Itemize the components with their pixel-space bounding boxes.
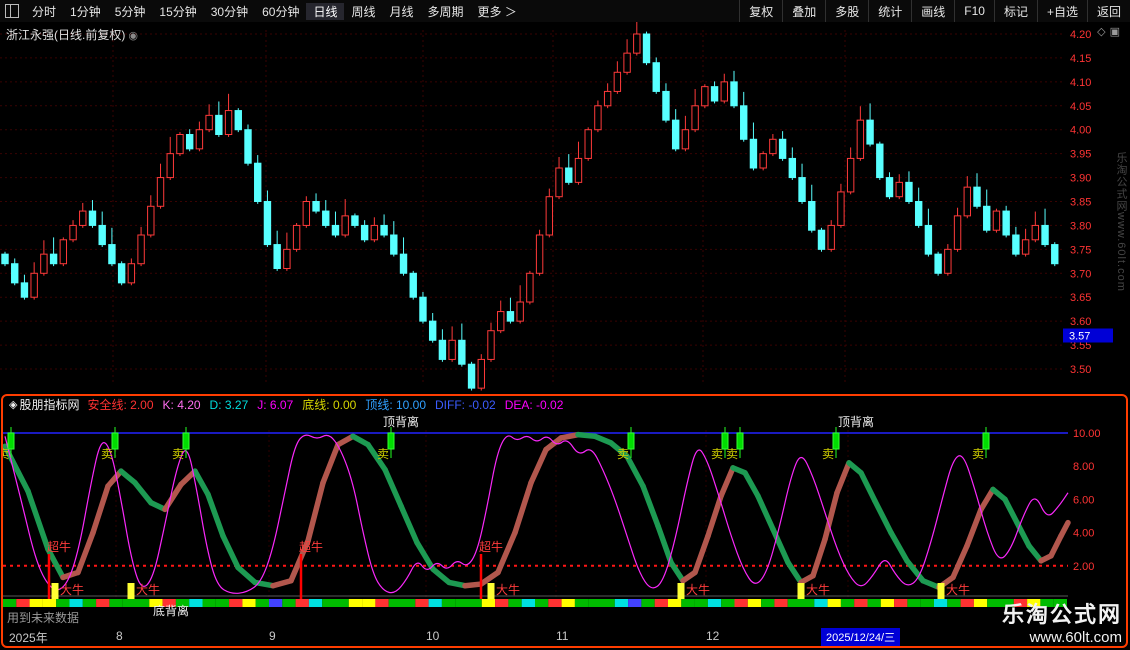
tool-button-多股[interactable]: 多股 (825, 0, 868, 22)
svg-text:4.15: 4.15 (1070, 53, 1091, 65)
svg-text:4.10: 4.10 (1070, 77, 1091, 89)
tool-button-返回[interactable]: 返回 (1087, 0, 1130, 22)
param-D: D: 3.27 (210, 398, 249, 413)
watermark-url: www.60lt.com (1002, 629, 1122, 646)
svg-text:卖: 卖 (101, 447, 113, 461)
svg-text:卖: 卖 (711, 447, 723, 461)
future-data-note: 用到未来数据 (7, 609, 79, 626)
bottom-divergence-label: 底背离 (153, 602, 189, 619)
chart-corner-icons[interactable]: ◇▣ (1097, 25, 1124, 38)
indicator-header: ◈ 股朋指标网 安全线: 2.00 K: 4.20 D: 3.27 J: 6.07 底线… (3, 397, 572, 413)
svg-text:3.65: 3.65 (1070, 292, 1091, 304)
indicator-logo-icon: ◈ (9, 398, 17, 413)
svg-text:大牛: 大牛 (496, 582, 520, 597)
period-tab-15分钟[interactable]: 15分钟 (152, 3, 203, 20)
title-dropdown-icon[interactable]: ◉ (128, 30, 138, 42)
svg-text:4.00: 4.00 (1073, 528, 1094, 540)
svg-text:卖: 卖 (377, 447, 389, 461)
svg-text:大牛: 大牛 (806, 582, 830, 597)
svg-text:3.60: 3.60 (1070, 316, 1091, 328)
indicator-name: 股朋指标网 (19, 398, 79, 413)
svg-text:6.00: 6.00 (1073, 494, 1094, 506)
tool-button-F10[interactable]: F10 (954, 0, 994, 22)
watermark-name: 乐淘公式网 (1002, 597, 1122, 629)
svg-text:8.00: 8.00 (1073, 461, 1094, 473)
param-DIFF: DIFF: -0.02 (435, 398, 496, 413)
svg-text:4.00: 4.00 (1070, 125, 1091, 137)
svg-text:3.95: 3.95 (1070, 149, 1091, 161)
svg-text:大牛: 大牛 (946, 582, 970, 597)
param-K: K: 4.20 (163, 398, 201, 413)
svg-text:3.85: 3.85 (1070, 197, 1091, 209)
svg-text:大牛: 大牛 (60, 582, 84, 597)
period-tab-5分钟[interactable]: 5分钟 (108, 3, 153, 20)
period-tab-更多 ＞[interactable]: 更多 ＞ (471, 3, 524, 20)
param-底线: 底线: 0.00 (302, 398, 356, 413)
month-tick-12: 12 (706, 629, 719, 643)
highlighted-date[interactable]: 2025/12/24/三 (821, 628, 900, 646)
period-tab-60分钟[interactable]: 60分钟 (255, 3, 306, 20)
stock-title-label: 浙江永强(日线.前复权) (6, 28, 125, 42)
indicator-panel[interactable]: ◈ 股朋指标网 安全线: 2.00 K: 4.20 D: 3.27 J: 6.07 底线… (1, 394, 1128, 648)
svg-text:4.20: 4.20 (1070, 29, 1091, 41)
svg-text:超牛: 超牛 (299, 539, 323, 554)
svg-text:3.50: 3.50 (1070, 364, 1091, 376)
month-tick-9: 9 (269, 629, 276, 643)
period-tab-分时[interactable]: 分时 (25, 3, 63, 20)
svg-text:4.05: 4.05 (1070, 101, 1091, 113)
period-tab-多周期[interactable]: 多周期 (421, 3, 471, 20)
window-layout-icon[interactable] (5, 4, 19, 18)
indicator-notes-row: 用到未来数据 底背离 (3, 608, 1126, 628)
svg-text:超牛: 超牛 (479, 539, 503, 554)
toolbar-tools: 复权叠加多股统计画线F10标记+自选返回 (739, 0, 1130, 22)
svg-text:超牛: 超牛 (47, 539, 71, 554)
svg-text:卖: 卖 (3, 447, 9, 461)
indicator-svg[interactable]: 10.008.006.004.002.00卖卖卖卖卖卖卖卖卖超牛超牛超牛大牛大牛… (3, 412, 1129, 608)
svg-text:顶背离: 顶背离 (383, 414, 419, 429)
svg-text:大牛: 大牛 (136, 582, 160, 597)
svg-text:卖: 卖 (822, 447, 834, 461)
tool-button-统计[interactable]: 统计 (868, 0, 911, 22)
svg-text:卖: 卖 (972, 447, 984, 461)
period-tab-1分钟[interactable]: 1分钟 (63, 3, 108, 20)
candlestick-svg[interactable]: 4.20 4.15 4.10 4.05 4.00 3.95 3.90 3.85 3.80 3.75… (0, 22, 1130, 394)
side-watermark: 乐淘公式网www.60lt.com (1113, 152, 1129, 292)
tool-button-复权[interactable]: 复权 (739, 0, 782, 22)
period-tab-月线[interactable]: 月线 (383, 3, 421, 20)
chart-title: 浙江永强(日线.前复权)◉ (6, 26, 138, 43)
tool-button-标记[interactable]: 标记 (994, 0, 1037, 22)
time-axis: 2025年 2025/12/24/三 8 9 10 11 12 (3, 628, 1126, 646)
svg-text:大牛: 大牛 (686, 582, 710, 597)
month-tick-11: 11 (556, 629, 568, 643)
site-watermark: 乐淘公式网 www.60lt.com (1002, 597, 1122, 646)
svg-text:2.00: 2.00 (1073, 561, 1094, 573)
svg-text:3.57: 3.57 (1069, 331, 1090, 343)
top-toolbar: 分时1分钟5分钟15分钟30分钟60分钟日线周线月线多周期更多 ＞ 复权叠加多股… (0, 0, 1130, 23)
svg-text:卖: 卖 (726, 447, 738, 461)
indicator-param-values: 安全线: 2.00 K: 4.20 D: 3.27 J: 6.07 底线: 0.00 顶线… (87, 398, 572, 413)
month-tick-8: 8 (116, 629, 123, 643)
period-tab-30分钟[interactable]: 30分钟 (204, 3, 255, 20)
svg-text:3.75: 3.75 (1070, 244, 1091, 256)
param-安全线: 安全线: 2.00 (87, 398, 153, 413)
param-J: J: 6.07 (257, 398, 293, 413)
month-tick-10: 10 (426, 629, 439, 643)
param-DEA: DEA: -0.02 (505, 398, 564, 413)
svg-text:卖: 卖 (172, 447, 184, 461)
period-tabs: 分时1分钟5分钟15分钟30分钟60分钟日线周线月线多周期更多 ＞ (25, 3, 524, 20)
svg-text:10.00: 10.00 (1073, 428, 1101, 440)
svg-text:3.70: 3.70 (1070, 268, 1091, 280)
period-tab-日线[interactable]: 日线 (306, 3, 344, 20)
tool-button-叠加[interactable]: 叠加 (782, 0, 825, 22)
svg-text:卖: 卖 (617, 447, 629, 461)
tool-button-+自选[interactable]: +自选 (1037, 0, 1087, 22)
param-顶线: 顶线: 10.00 (365, 398, 426, 413)
svg-text:3.80: 3.80 (1070, 220, 1091, 232)
year-label: 2025年 (9, 629, 48, 646)
period-tab-周线[interactable]: 周线 (344, 3, 382, 20)
tool-button-画线[interactable]: 画线 (911, 0, 954, 22)
main-candlestick-chart[interactable]: 浙江永强(日线.前复权)◉ ◇▣ 乐淘公式网www.60lt.com 4.204… (0, 22, 1130, 394)
svg-text:顶背离: 顶背离 (838, 414, 874, 429)
svg-text:3.90: 3.90 (1070, 173, 1091, 185)
